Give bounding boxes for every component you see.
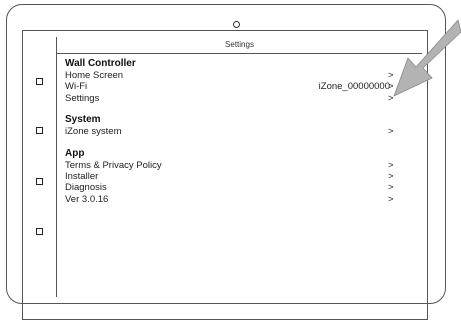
item-label: Wi-Fi: [65, 81, 88, 93]
item-label: Installer: [65, 170, 99, 182]
item-label: Home Screen: [65, 70, 124, 81]
pointer-arrow-icon: [393, 20, 461, 97]
list-item-terms[interactable]: Terms & Privacy Policy >: [65, 160, 405, 171]
chevron-right-icon: >: [388, 182, 394, 194]
list-item-version[interactable]: Ver 3.0.16 >: [65, 194, 405, 205]
item-label: iZone system: [65, 126, 122, 138]
list-item-diagnosis[interactable]: Diagnosis >: [65, 182, 405, 193]
list-item-settings[interactable]: Settings >: [65, 93, 405, 104]
item-label: Diagnosis: [65, 182, 107, 194]
item-label: Terms & Privacy Policy: [65, 159, 162, 171]
section-system: System iZone system >: [65, 114, 405, 137]
chevron-right-icon: >: [388, 159, 394, 171]
list-item-installer[interactable]: Installer >: [65, 171, 405, 182]
side-button-2[interactable]: [36, 127, 43, 134]
wifi-network-value: iZone_00000000: [318, 81, 390, 93]
list-item-home-screen[interactable]: Home Screen >: [65, 70, 405, 81]
list-item-wifi[interactable]: Wi-Fi iZone_00000000 >: [65, 81, 405, 92]
title-bar: Settings: [57, 37, 422, 54]
chevron-right-icon: >: [388, 193, 394, 205]
section-wall-controller: Wall Controller Home Screen > Wi-Fi iZon…: [65, 58, 405, 104]
page-title: Settings: [225, 40, 254, 49]
section-title: Wall Controller: [65, 58, 136, 69]
section-title: App: [65, 147, 85, 159]
chevron-right-icon: >: [388, 126, 394, 138]
screen: Settings Wall Controller Home Screen > W…: [56, 37, 422, 297]
settings-list: Wall Controller Home Screen > Wi-Fi iZon…: [65, 58, 405, 215]
item-label: Settings: [65, 92, 100, 104]
side-button-1[interactable]: [36, 78, 43, 85]
camera-icon: [233, 21, 240, 28]
section-app: App Terms & Privacy Policy > Installer >…: [65, 148, 405, 206]
item-label: Ver 3.0.16: [65, 193, 109, 205]
chevron-right-icon: >: [388, 170, 394, 182]
section-title: System: [65, 114, 101, 126]
side-button-3[interactable]: [36, 178, 43, 185]
side-button-4[interactable]: [36, 228, 43, 235]
list-item-izone-system[interactable]: iZone system >: [65, 126, 405, 137]
